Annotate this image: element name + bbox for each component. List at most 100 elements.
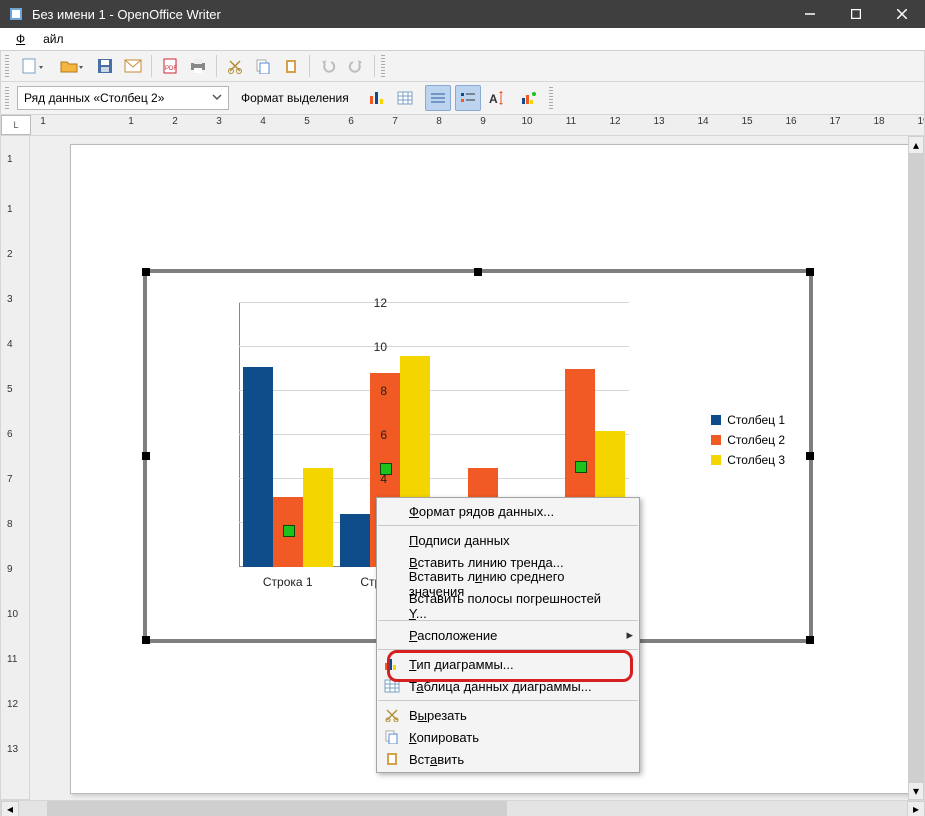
- toolbar-chart-object: Ряд данных «Столбец 2» Формат выделения …: [0, 82, 925, 115]
- legend-entry-2[interactable]: Столбец 2: [711, 433, 785, 447]
- ruler-tick: 10: [521, 116, 532, 127]
- toolbar-grip[interactable]: [5, 55, 9, 77]
- ytick-6: 6: [380, 428, 387, 442]
- toolbar-grip-end[interactable]: [381, 55, 385, 77]
- email-button[interactable]: [121, 54, 145, 78]
- undo-button[interactable]: [316, 54, 340, 78]
- chart-data-table-icon-button[interactable]: [393, 86, 417, 110]
- ytick-12: 12: [374, 296, 387, 310]
- toolbar-grip[interactable]: [5, 87, 9, 109]
- format-selection-button[interactable]: Формат выделения: [233, 89, 357, 107]
- resize-handle-sw[interactable]: [142, 636, 150, 644]
- cut-button[interactable]: [223, 54, 247, 78]
- ruler-tick: 17: [829, 116, 840, 127]
- bar-series3-cat1[interactable]: [303, 468, 333, 567]
- chart-type-icon: [381, 657, 403, 671]
- chart-element-combo-value: Ряд данных «Столбец 2»: [24, 91, 164, 105]
- window-title: Без имени 1 - OpenOffice Writer: [30, 7, 787, 22]
- resize-handle-nw[interactable]: [142, 268, 150, 276]
- ruler-tick: 12: [609, 116, 620, 127]
- resize-handle-w[interactable]: [142, 452, 150, 460]
- horizontal-grid-button[interactable]: [425, 85, 451, 111]
- app-icon: [8, 6, 24, 22]
- ctx-paste[interactable]: Вставить: [377, 748, 639, 770]
- ruler-tick: 16: [785, 116, 796, 127]
- ruler-tick: 6: [348, 116, 354, 127]
- toolbar-grip-end[interactable]: [549, 87, 553, 109]
- bar-series1-cat1[interactable]: [243, 367, 273, 567]
- print-button[interactable]: [186, 54, 210, 78]
- ruler-tick: 2: [172, 116, 178, 127]
- resize-handle-ne[interactable]: [806, 268, 814, 276]
- vertical-ruler[interactable]: 1 1 2 3 4 5 6 7 8 9 10 11 12 13: [0, 136, 30, 800]
- ctx-format-data-series[interactable]: Формат рядов данных...: [377, 500, 639, 522]
- ruler-corner: L: [1, 115, 31, 135]
- chart-element-combo[interactable]: Ряд данных «Столбец 2»: [17, 86, 229, 110]
- legend-label-3: Столбец 3: [727, 453, 785, 467]
- save-button[interactable]: [93, 54, 117, 78]
- legend-toggle-button[interactable]: [455, 85, 481, 111]
- menu-file[interactable]: Файл: [4, 30, 70, 48]
- ruler-tick: 18: [873, 116, 884, 127]
- svg-text:PDF: PDF: [165, 66, 177, 72]
- redo-button[interactable]: [344, 54, 368, 78]
- ruler-tick: 19: [917, 116, 925, 127]
- auto-layout-button[interactable]: [517, 86, 541, 110]
- ctx-cut[interactable]: Вырезать: [377, 704, 639, 726]
- ruler-tick: 3: [216, 116, 222, 127]
- ruler-tick: 1: [40, 116, 46, 127]
- ruler-tick: 4: [260, 116, 266, 127]
- resize-handle-n[interactable]: [474, 268, 482, 276]
- paste-button[interactable]: [279, 54, 303, 78]
- selection-marker[interactable]: [575, 461, 587, 473]
- ruler-tick: 11: [566, 116, 576, 127]
- ytick-4: 4: [380, 472, 387, 486]
- ruler-tick: 15: [741, 116, 752, 127]
- scroll-down-button[interactable]: ▾: [908, 782, 924, 800]
- paste-icon: [381, 752, 403, 766]
- ruler-tick: 1: [128, 116, 134, 127]
- scroll-left-button[interactable]: ◂: [1, 801, 19, 816]
- selection-marker[interactable]: [283, 525, 295, 537]
- horizontal-ruler[interactable]: L 112345678910111213141516171819: [0, 115, 925, 136]
- legend-entry-1[interactable]: Столбец 1: [711, 413, 785, 427]
- maximize-button[interactable]: [833, 0, 879, 28]
- bar-series1-cat2[interactable]: [340, 514, 370, 567]
- scroll-right-button[interactable]: ▸: [907, 801, 925, 816]
- ctx-data-labels[interactable]: Подписи данных: [377, 529, 639, 551]
- ctx-arrangement[interactable]: Расположение ▸: [377, 624, 639, 646]
- ruler-tick: 7: [392, 116, 398, 127]
- resize-handle-e[interactable]: [806, 452, 814, 460]
- titlebar: Без имени 1 - OpenOffice Writer: [0, 0, 925, 28]
- open-button[interactable]: [55, 54, 89, 78]
- chart-type-icon-button[interactable]: [365, 86, 389, 110]
- category-label: Строка 1: [263, 575, 313, 589]
- ytick-10: 10: [374, 340, 387, 354]
- ctx-error-bars[interactable]: Вставить полосы погрешностей Y...: [377, 595, 639, 617]
- ruler-tick: 8: [436, 116, 442, 127]
- copy-icon: [381, 730, 403, 744]
- legend-entry-3[interactable]: Столбец 3: [711, 453, 785, 467]
- ctx-chart-type[interactable]: Тип диаграммы...: [377, 653, 639, 675]
- new-document-button[interactable]: [17, 54, 51, 78]
- copy-button[interactable]: [251, 54, 275, 78]
- ctx-copy[interactable]: Копировать: [377, 726, 639, 748]
- ruler-tick: 14: [697, 116, 708, 127]
- close-button[interactable]: [879, 0, 925, 28]
- resize-handle-se[interactable]: [806, 636, 814, 644]
- minimize-button[interactable]: [787, 0, 833, 28]
- scale-text-button[interactable]: A: [485, 86, 509, 110]
- toolbar-standard: PDF: [0, 51, 925, 82]
- ruler-tick: 9: [480, 116, 486, 127]
- horizontal-scrollbar[interactable]: ◂ ▸: [0, 800, 925, 816]
- chart-legend[interactable]: Столбец 1 Столбец 2 Столбец 3: [711, 413, 785, 467]
- cut-icon: [381, 708, 403, 722]
- export-pdf-button[interactable]: PDF: [158, 54, 182, 78]
- context-menu: Формат рядов данных... Подписи данных Вс…: [376, 497, 640, 773]
- ctx-data-table[interactable]: Таблица данных диаграммы...: [377, 675, 639, 697]
- ytick-8: 8: [380, 384, 387, 398]
- menubar: Файл: [0, 28, 925, 51]
- ruler-tick: 13: [653, 116, 664, 127]
- scroll-up-button[interactable]: ▴: [908, 136, 924, 154]
- vertical-scrollbar[interactable]: ▴ ▾: [908, 136, 924, 800]
